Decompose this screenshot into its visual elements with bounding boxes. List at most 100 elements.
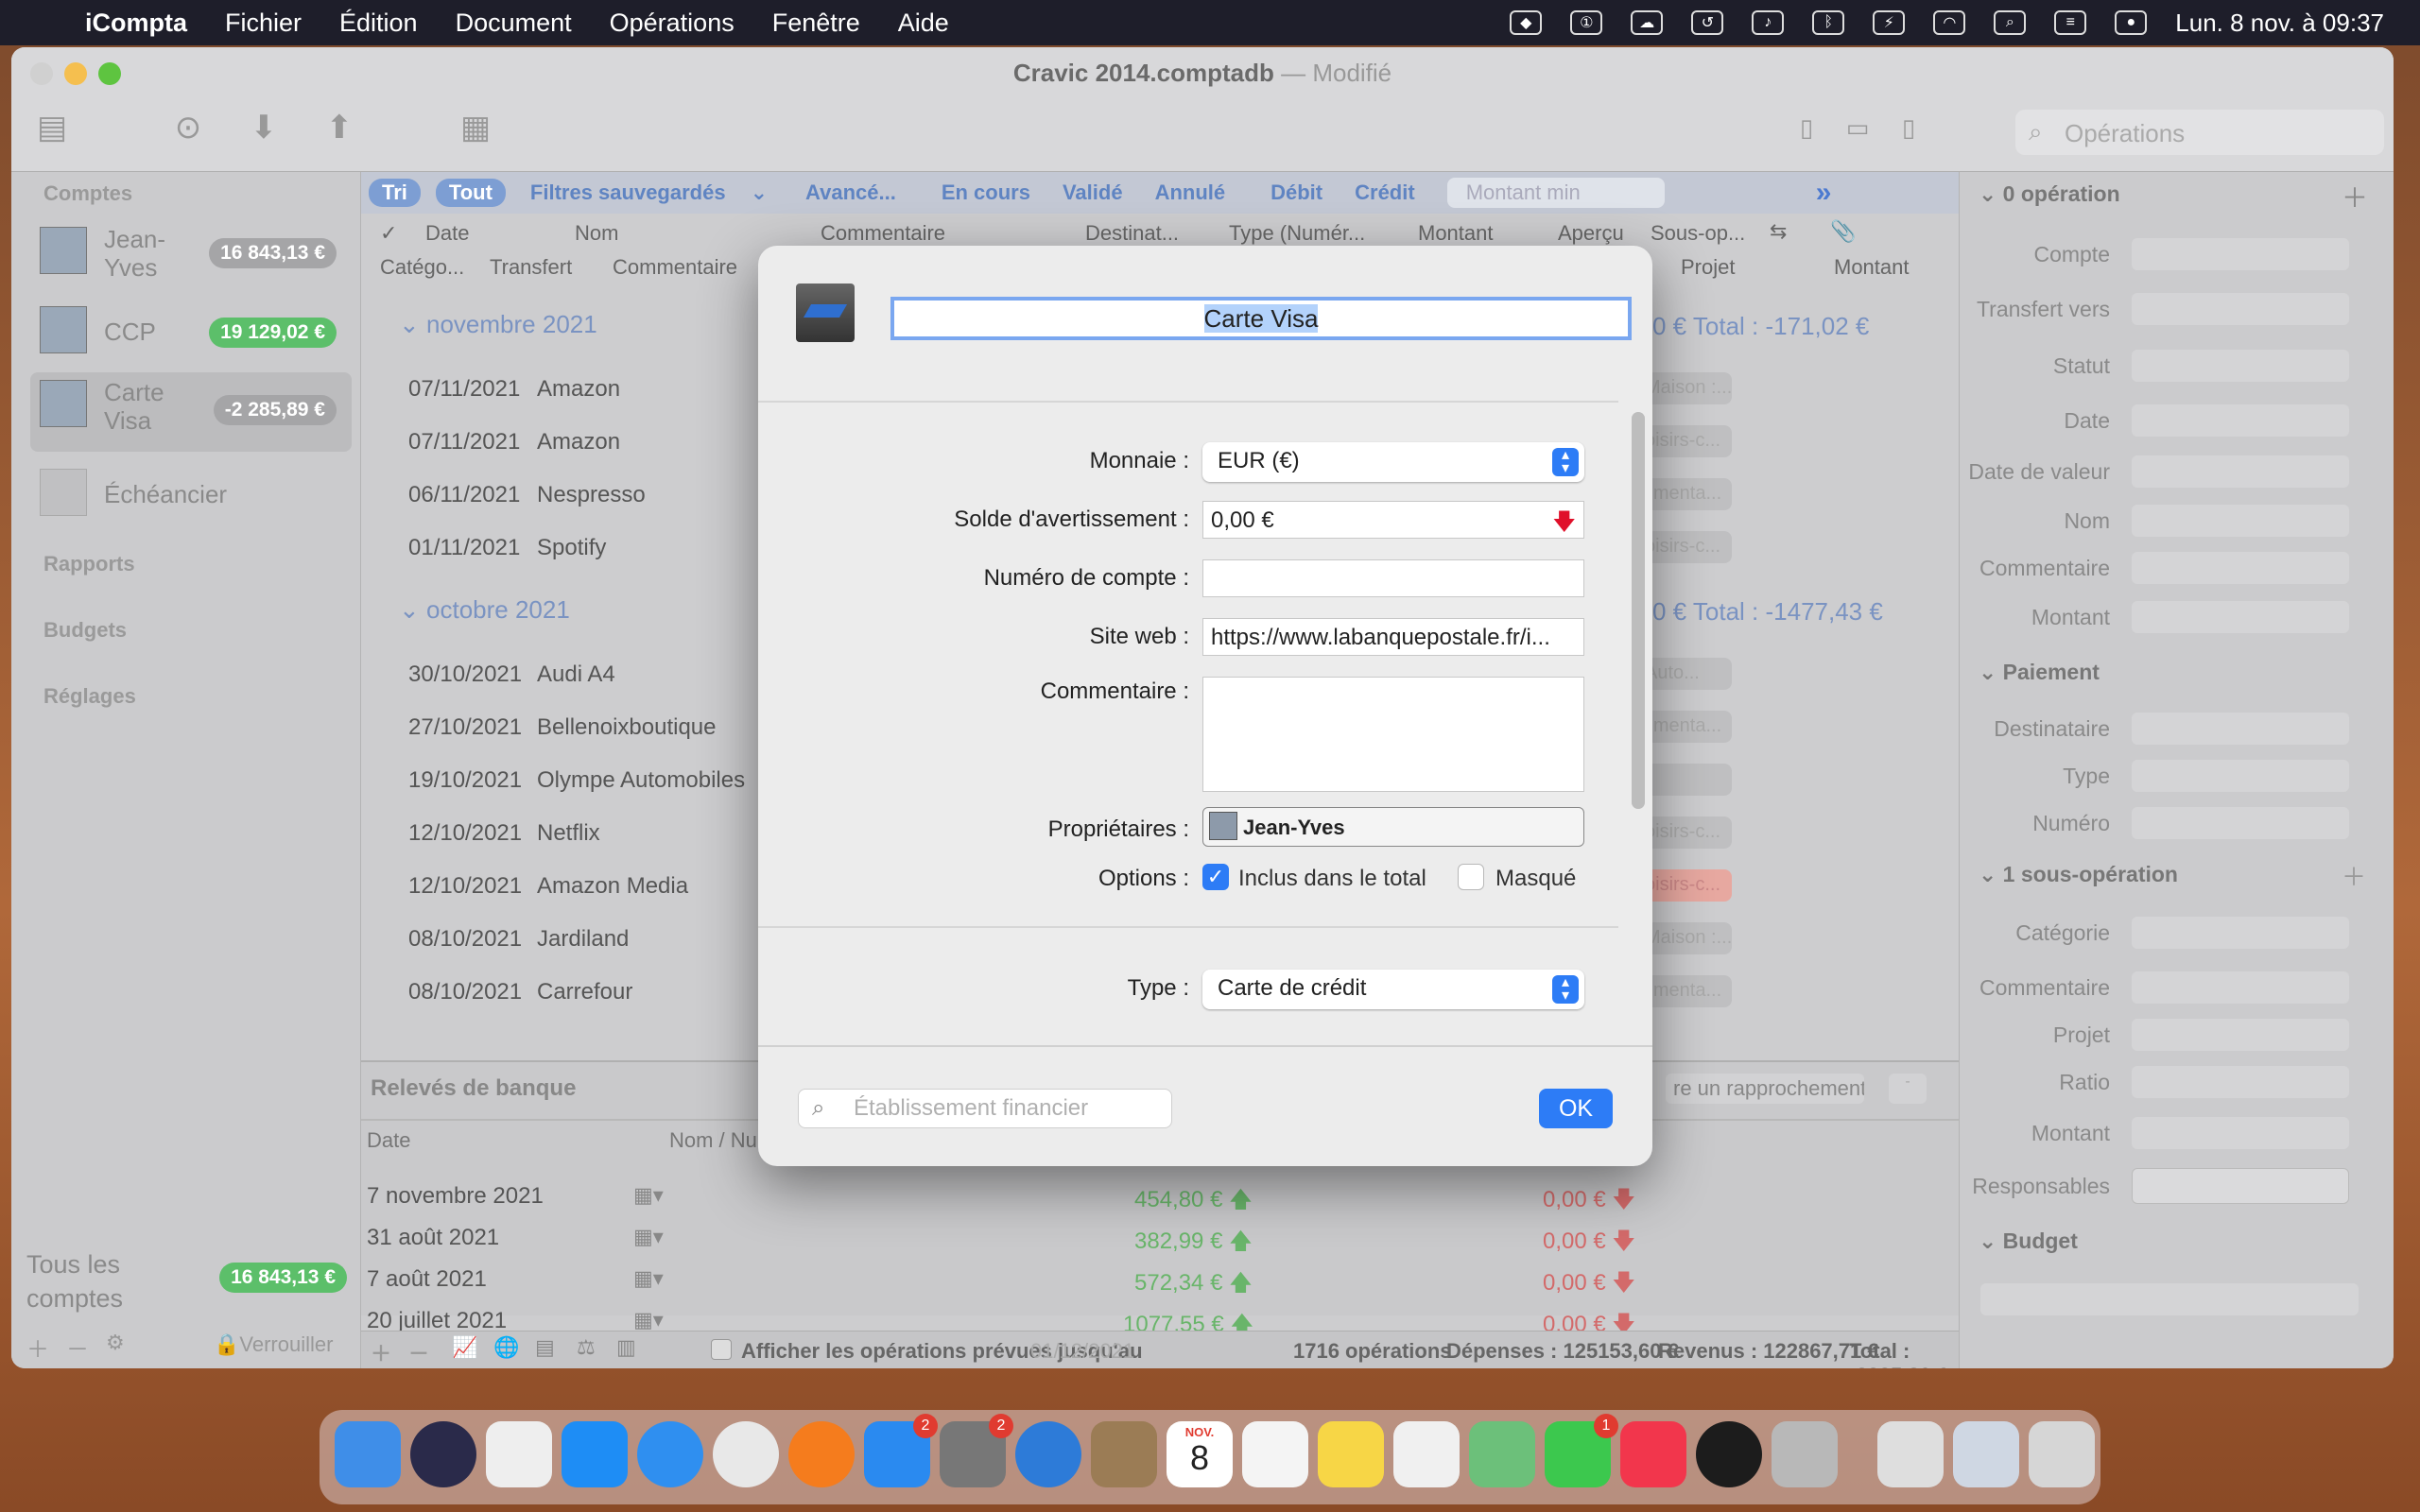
calendar-icon[interactable]: ▦▾: [633, 1183, 664, 1208]
calendar-icon[interactable]: ▦▾: [633, 1308, 664, 1332]
search-icon[interactable]: ⌕: [1994, 10, 2027, 35]
advanced-filter[interactable]: Avancé...: [805, 180, 896, 205]
group-oct-2021[interactable]: ⌄ octobre 2021: [399, 595, 570, 625]
table-row[interactable]: 12/10/2021 Amazon Media: [408, 873, 688, 900]
section-subops[interactable]: ⌄ 1 sous-opération: [1979, 862, 2178, 887]
bluetooth-icon[interactable]: ᛒ: [1812, 10, 1845, 35]
chrome-icon[interactable]: [713, 1421, 779, 1487]
finder-icon[interactable]: [335, 1421, 401, 1487]
col-type[interactable]: Type (Numér...: [1229, 221, 1365, 246]
left-panel-icon[interactable]: ▯: [1785, 106, 1828, 149]
warning-balance-input[interactable]: 0,00 € 🡇: [1202, 501, 1584, 539]
col-project[interactable]: Projet: [1681, 255, 1735, 280]
password-icon[interactable]: ①: [1570, 10, 1603, 35]
battery-icon[interactable]: ⚡: [1873, 10, 1906, 35]
statement-row[interactable]: 7 novembre 2021: [367, 1183, 544, 1210]
section-budgets[interactable]: Budgets: [43, 618, 127, 643]
all-button[interactable]: Tout: [435, 179, 506, 207]
folder-icon[interactable]: [1953, 1421, 2019, 1487]
ok-button[interactable]: OK: [1539, 1089, 1613, 1128]
siri-icon[interactable]: [410, 1421, 476, 1487]
currency-select[interactable]: EUR (€) ▴ ▾: [1202, 442, 1584, 482]
min-amount-input[interactable]: Montant min: [1446, 178, 1665, 208]
lock-button[interactable]: 🔒Verrouiller: [214, 1332, 333, 1357]
col-transfer[interactable]: Transfert: [490, 255, 572, 280]
mail-icon[interactable]: 2: [864, 1414, 938, 1487]
responsables-field[interactable]: [2132, 1168, 2349, 1204]
col-preview[interactable]: Aperçu: [1558, 221, 1624, 246]
add-icon[interactable]: ＋: [371, 1337, 391, 1367]
trash-icon[interactable]: [2029, 1421, 2095, 1487]
gear-icon[interactable]: ⚙: [106, 1331, 125, 1355]
launchpad-icon[interactable]: [486, 1421, 552, 1487]
menu-app-name[interactable]: iCompta: [85, 9, 187, 38]
maps-icon[interactable]: [1469, 1421, 1535, 1487]
sidebar-item-echeancier[interactable]: Échéancier: [30, 461, 352, 531]
saved-filters-menu[interactable]: Filtres sauvegardés: [530, 180, 726, 205]
remove-icon[interactable]: -: [1889, 1074, 1927, 1104]
reconcile-button[interactable]: re un rapprochement: [1666, 1074, 1864, 1104]
section-budget[interactable]: ⌄ Budget: [1979, 1228, 2078, 1254]
sidebar-account-ccp[interactable]: CCP 19 129,02 €: [30, 299, 352, 369]
time-machine-icon[interactable]: ↺: [1691, 10, 1724, 35]
music-icon[interactable]: [1620, 1421, 1686, 1487]
safari-icon[interactable]: [637, 1421, 703, 1487]
col-sub-amount[interactable]: Montant: [1834, 255, 1910, 280]
statement-row[interactable]: 31 août 2021: [367, 1225, 499, 1251]
remove-icon[interactable]: －: [408, 1337, 429, 1367]
add-icon[interactable]: ＋: [2342, 178, 2368, 215]
sidebar-account-jean-yves[interactable]: Jean-Yves 16 843,13 €: [30, 219, 352, 289]
add-icon[interactable]: ＋: [26, 1331, 49, 1364]
remove-icon[interactable]: －: [66, 1331, 89, 1364]
ratio-field[interactable]: [2132, 1066, 2349, 1098]
bank-app-icon[interactable]: [1015, 1421, 1081, 1487]
financial-institution-search[interactable]: ⌕ Établissement financier: [798, 1089, 1172, 1128]
bottom-panel-icon[interactable]: ▭: [1836, 106, 1879, 149]
contacts-icon[interactable]: [1091, 1421, 1157, 1487]
dialog-scrollbar[interactable]: [1632, 412, 1645, 809]
import-icon[interactable]: ⊙: [166, 106, 210, 149]
volume-icon[interactable]: ♪: [1752, 10, 1785, 35]
print-icon[interactable]: ▤: [30, 106, 74, 149]
app-store-icon[interactable]: [562, 1421, 628, 1487]
col-subops[interactable]: Sous-op...: [1651, 221, 1745, 246]
table-row[interactable]: 27/10/2021 Bellenoixboutique: [408, 714, 716, 741]
add-icon[interactable]: ＋: [2342, 858, 2366, 893]
sidebar-account-carte-visa[interactable]: Carte Visa -2 285,89 €: [30, 372, 352, 452]
filter-valide[interactable]: Validé: [1063, 180, 1123, 205]
app-icon[interactable]: 2: [940, 1414, 1013, 1487]
value-date-field[interactable]: [2132, 455, 2349, 488]
search-input[interactable]: ⌕ Opérations: [2015, 110, 2384, 155]
hidden-checkbox[interactable]: [1458, 864, 1484, 890]
menu-document[interactable]: Document: [456, 9, 572, 38]
download-icon[interactable]: ⬇: [242, 106, 285, 149]
filter-credit[interactable]: Crédit: [1355, 180, 1415, 205]
website-input[interactable]: https://www.labanquepostale.fr/i...: [1202, 618, 1584, 656]
arrow-down-icon[interactable]: 🡇: [1552, 506, 1576, 538]
chevron-down-icon[interactable]: ⌄: [399, 310, 426, 338]
calendar-icon[interactable]: ▦▾: [633, 1225, 664, 1249]
group-nov-2021[interactable]: ⌄ novembre 2021: [399, 310, 597, 339]
statement-row[interactable]: 7 août 2021: [367, 1266, 487, 1293]
recipient-field[interactable]: [2132, 713, 2349, 745]
owners-token-field[interactable]: Jean-Yves: [1202, 807, 1584, 847]
include-total-checkbox[interactable]: ✓: [1202, 864, 1229, 890]
payment-type-field[interactable]: [2132, 760, 2349, 792]
report-icon[interactable]: ▤: [535, 1335, 555, 1360]
bank-logo-icon[interactable]: [796, 284, 855, 342]
account-name-input[interactable]: Carte Visa: [890, 297, 1632, 340]
all-accounts-label[interactable]: Tous les comptes: [26, 1247, 168, 1315]
section-rapports[interactable]: Rapports: [43, 552, 135, 576]
calendar-icon[interactable]: NOV. 8: [1167, 1421, 1233, 1487]
account-number-input[interactable]: [1202, 559, 1584, 597]
right-panel-icon[interactable]: ▯: [1887, 106, 1930, 149]
col-statement-date[interactable]: Date: [367, 1128, 410, 1153]
table-row[interactable]: 19/10/2021 Olympe Automobiles: [408, 767, 745, 794]
globe-icon[interactable]: 🌐: [493, 1335, 519, 1360]
spotify-icon[interactable]: [1696, 1421, 1762, 1487]
col-date[interactable]: Date: [425, 221, 469, 246]
category-field[interactable]: [2132, 917, 2349, 949]
menu-fichier[interactable]: Fichier: [225, 9, 302, 38]
filter-en-cours[interactable]: En cours: [942, 180, 1030, 205]
sort-button[interactable]: Tri: [369, 179, 421, 207]
